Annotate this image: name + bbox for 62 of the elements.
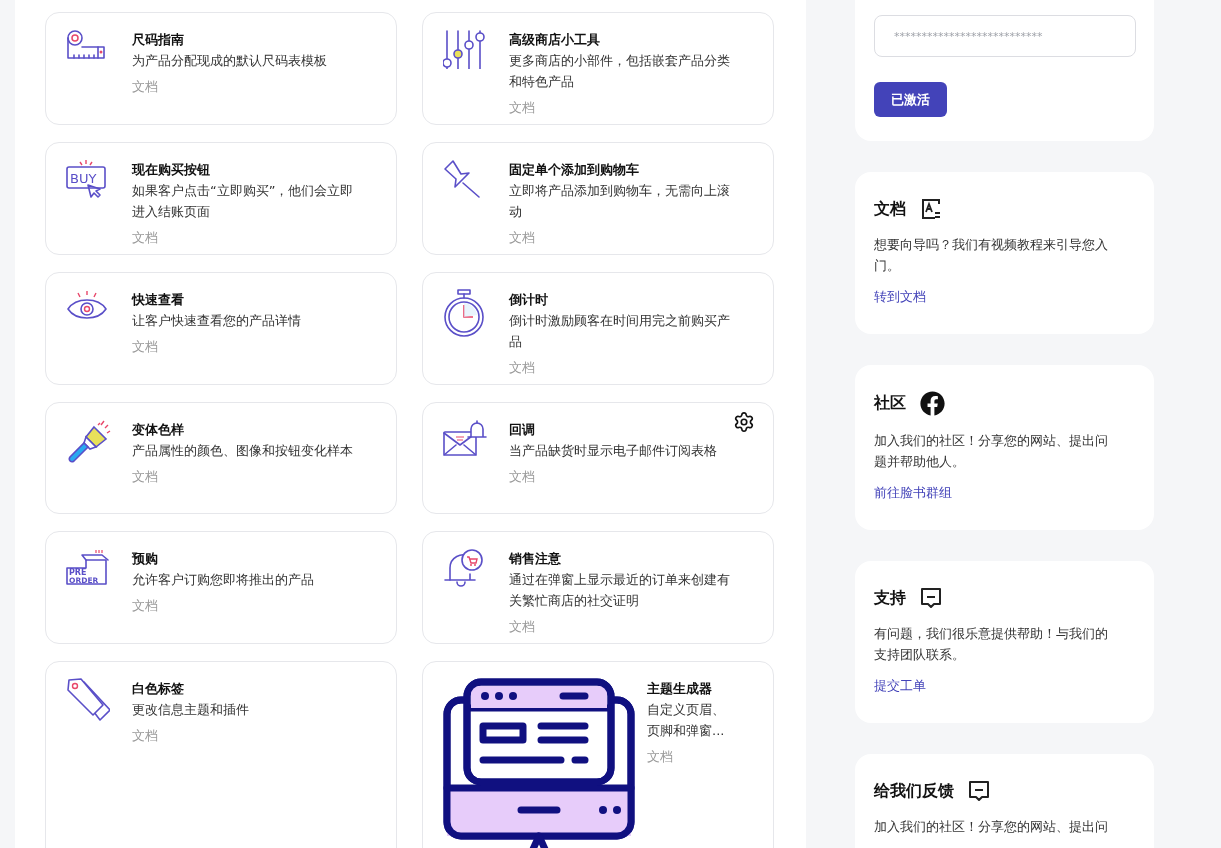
feature-title: 固定单个添加到购物车 [509,161,639,179]
docs-link[interactable]: 文档 [647,746,673,767]
feature-description: 为产品分配现成的默认尺码表模板 [132,52,327,70]
help-card-link[interactable]: 前往脸书群组 [874,484,952,502]
feature-title: 变体色样 [132,421,184,439]
docs-link[interactable]: 文档 [509,466,535,487]
help-card-title: 给我们反馈 [874,780,954,802]
feature-title: 高级商店小工具 [509,31,600,49]
stopwatch-icon [443,289,485,337]
docs-link[interactable]: 文档 [509,616,535,637]
docs-link[interactable]: 文档 [132,227,158,248]
help-card-description: 有问题，我们很乐意提供帮助！与我们的支持团队联系。 [874,625,1109,664]
feature-title: 主题生成器 [647,680,712,698]
feature-description: 立即将产品添加到购物车，无需向上滚动 [509,182,731,221]
feature-description: 产品属性的颜色、图像和按钮变化样本 [132,442,353,460]
feature-title: 倒计时 [509,291,548,309]
help-card-title: 文档 [874,198,906,220]
docs-link[interactable]: 文档 [132,725,158,746]
eye-icon [66,289,108,321]
feature-description: 更多商店的小部件，包括嵌套产品分类和特色产品 [509,52,731,91]
help-card-link[interactable]: 转到文档 [874,288,926,306]
feature-description: 通过在弹窗上显示最近的订单来创建有关繁忙商店的社交证明 [509,571,731,610]
bell-cart-icon [443,548,485,590]
help-card-link[interactable]: 提交工单 [874,677,926,695]
feature-title: 预购 [132,550,158,568]
help-card-description: 加入我们的社区！分享您的网站、提出问题并帮助他人。 [874,432,1109,471]
feature-title: 回调 [509,421,535,439]
feature-description: 让客户快速查看您的产品详情 [132,312,301,330]
help-card-description: 想要向导吗？我们有视频教程来引导您入门。 [874,236,1109,275]
docs-link[interactable]: 文档 [132,595,158,616]
feature-description: 如果客户点击“立即购买”，他们会立即进入结账页面 [132,182,355,221]
message-icon [968,780,990,802]
message-icon [920,587,942,609]
docs-link[interactable]: 文档 [132,336,158,357]
feature-description: 允许客户订购您即将推出的产品 [132,571,314,589]
docs-link[interactable]: 文档 [509,227,535,248]
feature-description: 倒计时激励顾客在时间用完之前购买产品 [509,312,731,351]
help-card-title: 社区 [874,393,906,414]
docs-link[interactable]: 文档 [509,97,535,118]
paint-brush-icon [66,419,112,463]
feature-description: 更改信息主题和插件 [132,701,249,719]
license-key-field[interactable]: *************************** [874,15,1136,57]
help-card-description: 加入我们的社区！分享您的网站、提出问 [874,818,1109,836]
feature-description: 自定义页眉、页脚和弹窗... [647,701,726,740]
feature-description: 当产品缺货时显示电子邮件订阅表格 [509,442,717,460]
feature-title: 白色标签 [132,680,184,698]
document-icon [920,198,942,220]
docs-link[interactable]: 文档 [132,466,158,487]
activated-button[interactable]: 已激活 [874,82,947,117]
feature-title: 现在购买按钮 [132,161,210,179]
mail-bell-icon [443,419,487,457]
help-card-title: 支持 [874,587,906,609]
settings-button[interactable] [733,411,755,433]
feature-title: 尺码指南 [132,31,184,49]
sliders-icon [443,29,487,69]
docs-link[interactable]: 文档 [132,76,158,97]
pushpin-icon [443,159,483,199]
price-tags-icon [66,678,110,722]
feature-title: 销售注意 [509,550,561,568]
docs-link[interactable]: 文档 [509,357,535,378]
feature-title: 快速查看 [132,291,184,309]
facebook-icon [920,391,945,416]
